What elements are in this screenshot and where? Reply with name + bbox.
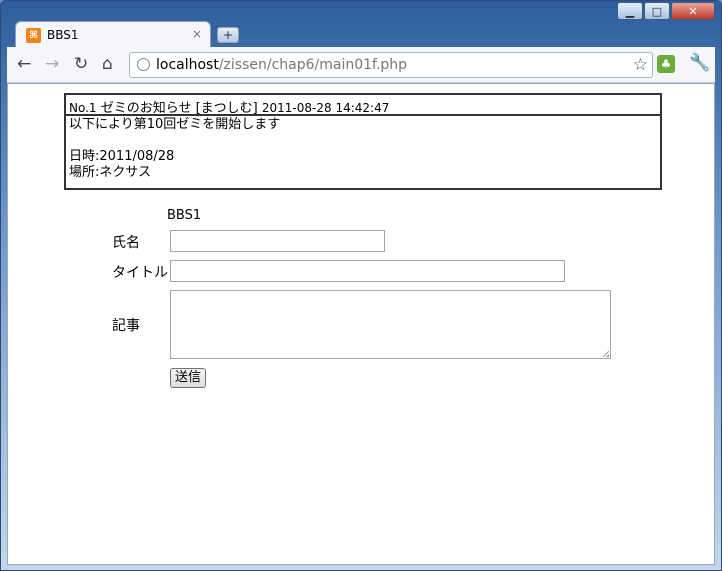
- close-window-icon[interactable]: ✕: [671, 2, 715, 20]
- forward-icon[interactable]: →: [45, 54, 59, 74]
- minimize-icon[interactable]: ▁: [617, 2, 643, 20]
- body-label: 記事: [112, 318, 140, 334]
- resize-grip-icon[interactable]: [603, 351, 609, 357]
- tab-title: BBS1: [47, 28, 79, 42]
- url-text: localhost/zissen/chap6/main01f.php: [156, 57, 408, 73]
- message-line: [69, 133, 657, 149]
- reload-icon[interactable]: ↻: [74, 54, 88, 74]
- message-subject: ゼミのお知らせ: [100, 101, 192, 116]
- new-tab-button[interactable]: +: [217, 27, 239, 43]
- globe-icon: [137, 58, 150, 71]
- message-line: 場所:ネクサス: [69, 165, 152, 180]
- message-datetime: 2011-08-28 14:42:47: [261, 101, 390, 115]
- window-controls: ▁ □ ✕: [617, 2, 715, 20]
- bookmark-star-icon[interactable]: ☆: [633, 55, 648, 75]
- message-header: No.1 ゼミのお知らせ [まつしむ] 2011-08-28 14:42:47: [64, 93, 662, 116]
- submit-button[interactable]: 送信: [170, 368, 207, 388]
- back-icon[interactable]: ←: [17, 54, 31, 74]
- evernote-extension-icon[interactable]: ♣: [657, 55, 675, 73]
- title-label: タイトル: [112, 265, 168, 281]
- title-input[interactable]: [170, 260, 565, 282]
- browser-tab[interactable]: ⌘ BBS1 ×: [15, 21, 211, 48]
- name-input[interactable]: [170, 230, 385, 252]
- message-line: 日時:2011/08/28: [69, 149, 175, 164]
- body-textarea[interactable]: [170, 290, 611, 359]
- message-line: 以下により第10回ゼミを開始します: [69, 117, 281, 132]
- address-bar[interactable]: localhost/zissen/chap6/main01f.php ☆: [129, 52, 653, 78]
- message-author: [まつしむ]: [195, 101, 258, 116]
- tab-close-icon[interactable]: ×: [192, 27, 202, 41]
- browser-toolbar: ← → ↻ ⌂ localhost/zissen/chap6/main01f.p…: [7, 47, 715, 83]
- message-body: 以下により第10回ゼミを開始します 日時:2011/08/28 場所:ネクサス: [64, 116, 662, 190]
- page-content: No.1 ゼミのお知らせ [まつしむ] 2011-08-28 14:42:47 …: [7, 83, 715, 565]
- message-number: No.1: [69, 101, 97, 115]
- home-icon[interactable]: ⌂: [102, 54, 113, 74]
- form-title: BBS1: [167, 208, 202, 223]
- maximize-icon[interactable]: □: [644, 2, 670, 20]
- browser-window: ▁ □ ✕ ⌘ BBS1 × + ← → ↻ ⌂ localhost/zisse…: [0, 0, 722, 571]
- wrench-menu-icon[interactable]: 🔧: [689, 53, 710, 73]
- favicon-icon: ⌘: [26, 28, 41, 43]
- name-label: 氏名: [112, 235, 140, 251]
